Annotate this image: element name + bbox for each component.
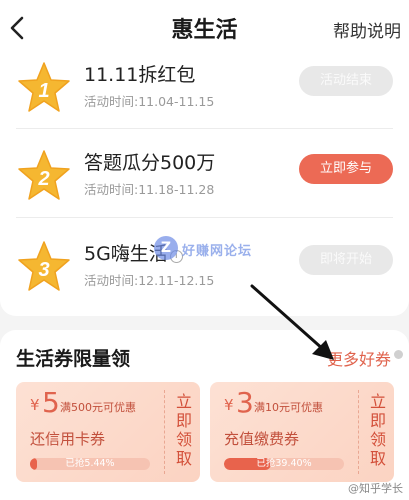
coupon-condition: 满500元可优惠 xyxy=(60,401,136,414)
claimed-progress-text: 已抢39.40% xyxy=(256,458,312,469)
forum-watermark: Z 好赚网论坛 xyxy=(154,232,264,266)
more-arrow-icon[interactable] xyxy=(394,350,403,359)
claimed-progress-bar: 已抢5.44% xyxy=(30,458,150,470)
svg-text:3: 3 xyxy=(38,259,49,281)
coupon-name: 还信用卡券 xyxy=(30,430,106,448)
watermark-logo-icon: Z xyxy=(154,236,178,260)
claimed-progress-bar: 已抢39.40% xyxy=(224,458,344,470)
coupon-card[interactable]: ¥ 3 满10元可优惠 充值缴费券 已抢39.40% 立即领取 xyxy=(210,382,394,482)
activity-ended-button[interactable]: 活动结束 xyxy=(299,66,393,96)
svg-text:2: 2 xyxy=(37,168,49,190)
star-icon: 2 xyxy=(18,150,70,200)
star-icon: 3 xyxy=(18,241,70,291)
activity-time: 活动时间:11.04-11.15 xyxy=(84,94,215,109)
star-icon: 1 xyxy=(18,62,70,112)
activity-list: 1 11.11拆红包 活动时间:11.04-11.15 活动结束 2 答题瓜分5… xyxy=(0,56,409,316)
coupon-amount: 5 xyxy=(42,386,60,419)
claim-now-button[interactable]: 立即领取 xyxy=(174,392,194,468)
coupon-tear-line xyxy=(164,390,165,474)
currency-symbol: ¥ xyxy=(224,396,234,414)
join-now-button[interactable]: 立即参与 xyxy=(299,154,393,184)
coupon-name: 充值缴费券 xyxy=(224,430,300,448)
section-title: 生活券限量领 xyxy=(16,348,131,370)
activity-name: 答题瓜分500万 xyxy=(84,152,216,174)
coupon-amount: 3 xyxy=(236,386,254,419)
claimed-progress-text: 已抢5.44% xyxy=(65,458,115,469)
activity-time: 活动时间:12.11-12.15 xyxy=(84,273,215,288)
help-link[interactable]: 帮助说明 xyxy=(333,17,401,42)
divider xyxy=(16,217,393,218)
currency-symbol: ¥ xyxy=(30,396,40,414)
activity-item: 2 答题瓜分500万 活动时间:11.18-11.28 立即参与 xyxy=(0,148,409,228)
coupon-condition: 满10元可优惠 xyxy=(254,401,323,414)
coupon-card[interactable]: ¥ 5 满500元可优惠 还信用卡券 已抢5.44% 立即领取 xyxy=(16,382,200,482)
coupon-section: 生活券限量领 更多好券 ¥ 5 满500元可优惠 还信用卡券 已抢5.44% 立… xyxy=(0,330,409,500)
weibo-watermark: @知乎学长 xyxy=(348,482,403,495)
coming-soon-button[interactable]: 即将开始 xyxy=(299,245,393,275)
top-bar: 惠生活 帮助说明 xyxy=(0,0,409,56)
more-coupons-link[interactable]: 更多好券 xyxy=(327,346,391,370)
activity-name: 11.11拆红包 xyxy=(84,64,196,86)
claim-now-button[interactable]: 立即领取 xyxy=(368,392,388,468)
coupon-tear-line xyxy=(358,390,359,474)
activity-time: 活动时间:11.18-11.28 xyxy=(84,182,215,197)
watermark-text: 好赚网论坛 xyxy=(182,244,253,259)
svg-text:1: 1 xyxy=(38,80,49,102)
divider xyxy=(16,128,393,129)
